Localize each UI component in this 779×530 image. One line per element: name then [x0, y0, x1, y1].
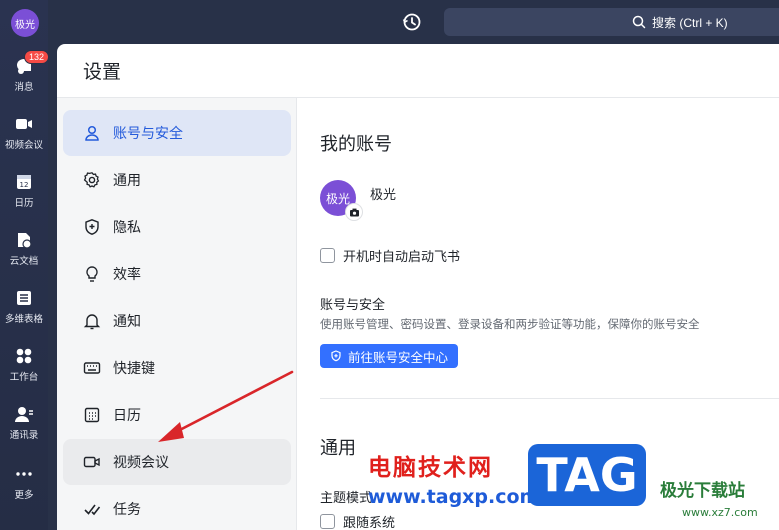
rail-label: 工作台	[9, 372, 39, 383]
watermark-tag-logo: TAG	[528, 444, 646, 506]
security-center-label: 前往账号安全中心	[348, 350, 449, 365]
section-divider	[320, 398, 779, 399]
side-item-tasks[interactable]: 任务	[63, 486, 291, 530]
rail-item-video-meeting[interactable]: 视频会议	[0, 110, 48, 160]
follow-system-checkbox[interactable]	[320, 514, 335, 529]
settings-title: 设置	[83, 62, 122, 83]
left-rail: 极光 消息 132 视频会议 12 日历 云文档 多维表格 工作台 通讯录 更多	[0, 0, 50, 530]
rail-label: 消息	[14, 82, 34, 93]
side-item-label: 效率	[113, 266, 141, 282]
watermark-site-url: www.tagxp.com	[368, 486, 540, 508]
rail-label: 多维表格	[4, 314, 43, 325]
my-account-heading: 我的账号	[320, 134, 392, 154]
keyboard-icon	[83, 362, 101, 374]
security-description: 使用账号管理、密码设置、登录设备和两步验证等功能，保障你的账号安全	[320, 319, 700, 331]
calendar-icon	[84, 407, 100, 423]
rail-label: 更多	[14, 490, 34, 501]
autostart-checkbox[interactable]	[320, 248, 335, 263]
gear-icon	[83, 172, 100, 188]
side-item-label: 任务	[113, 501, 141, 517]
watermark-site-name: 电脑技术网	[368, 455, 493, 481]
search-icon	[632, 15, 646, 29]
history-button[interactable]	[400, 10, 424, 34]
rail-item-calendar[interactable]: 12 日历	[0, 168, 48, 218]
rail-item-base[interactable]: 多维表格	[0, 284, 48, 334]
task-check-icon	[84, 504, 101, 516]
side-item-label: 视频会议	[113, 454, 169, 470]
side-item-general[interactable]: 通用	[63, 157, 291, 203]
contacts-icon	[14, 404, 34, 424]
settings-sidebar: 账号与安全 通用 隐私 效率 通知 快捷键 日历 视频会议 任务	[57, 98, 297, 530]
rail-item-docs[interactable]: 云文档	[0, 226, 48, 276]
camera-icon	[349, 208, 359, 216]
side-item-account-security[interactable]: 账号与安全	[63, 110, 291, 156]
base-table-icon	[14, 288, 34, 308]
workplace-grid-icon	[14, 346, 34, 366]
history-clock-icon	[402, 13, 421, 31]
account-name: 极光	[370, 187, 397, 202]
unread-badge: 132	[24, 50, 50, 64]
video-camera-icon	[14, 114, 34, 134]
side-item-calendar[interactable]: 日历	[63, 392, 291, 438]
calendar-icon: 12	[14, 172, 34, 192]
rail-item-workplace[interactable]: 工作台	[0, 342, 48, 392]
side-item-label: 隐私	[113, 219, 141, 235]
bulb-icon	[86, 266, 98, 282]
user-icon	[85, 125, 99, 141]
side-item-label: 账号与安全	[113, 125, 183, 141]
side-item-notification[interactable]: 通知	[63, 298, 291, 344]
rail-item-contacts[interactable]: 通讯录	[0, 400, 48, 450]
autostart-option[interactable]: 开机时自动启动飞书	[320, 246, 460, 265]
side-item-privacy[interactable]: 隐私	[63, 204, 291, 250]
follow-system-label: 跟随系统	[343, 515, 396, 530]
watermark-logo-url: www.xz7.com	[682, 506, 758, 519]
rail-label: 视频会议	[4, 140, 43, 151]
side-item-label: 通知	[113, 313, 141, 329]
rail-label: 日历	[14, 198, 34, 209]
user-avatar[interactable]: 极光	[11, 9, 39, 37]
search-bar[interactable]: 搜索 (Ctrl + K)	[444, 8, 779, 36]
bell-icon	[83, 314, 101, 330]
side-item-video-meeting[interactable]: 视频会议	[63, 439, 291, 485]
video-camera-icon	[83, 456, 100, 468]
security-center-button[interactable]: 前往账号安全中心	[320, 344, 459, 368]
side-item-label: 日历	[113, 407, 141, 423]
side-item-label: 快捷键	[113, 360, 155, 376]
cloud-doc-icon	[14, 230, 34, 250]
shield-icon	[85, 219, 99, 235]
change-avatar-button[interactable]	[345, 203, 363, 221]
settings-header: 设置	[57, 44, 779, 98]
search-label: 搜索 (Ctrl + K)	[652, 15, 728, 30]
security-title: 账号与安全	[320, 297, 386, 312]
follow-system-option[interactable]: 跟随系统	[320, 512, 395, 530]
side-item-shortcuts[interactable]: 快捷键	[63, 345, 291, 391]
watermark-logo-name: 极光下载站	[660, 481, 745, 501]
general-heading: 通用	[320, 438, 356, 458]
more-dots-icon	[14, 464, 34, 484]
shield-icon	[331, 350, 341, 362]
rail-label: 云文档	[9, 256, 39, 267]
svg-text:12: 12	[20, 181, 29, 189]
autostart-label: 开机时自动启动飞书	[343, 249, 461, 264]
side-item-efficiency[interactable]: 效率	[63, 251, 291, 297]
theme-mode-label: 主题模式	[320, 490, 373, 505]
side-item-label: 通用	[113, 172, 141, 188]
rail-label: 通讯录	[9, 430, 39, 441]
rail-item-more[interactable]: 更多	[0, 460, 48, 510]
